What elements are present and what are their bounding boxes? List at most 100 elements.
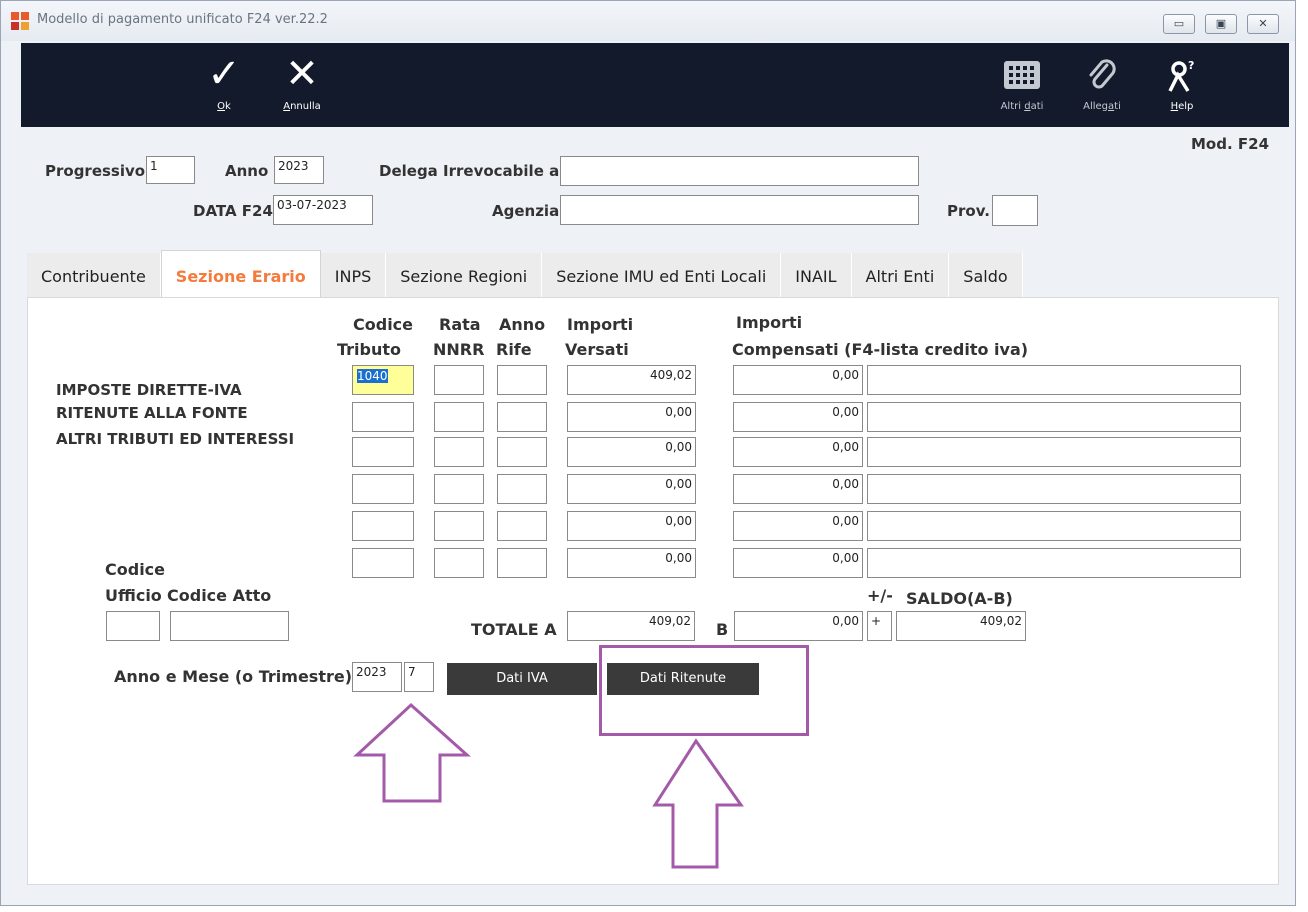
app-window: Modello di pagamento unificato F24 ver.2…: [0, 0, 1296, 906]
annotation-highlight-box: [599, 645, 809, 736]
selected-text: 1040: [357, 369, 388, 383]
importi-compensati-field[interactable]: 0,00: [733, 511, 863, 541]
col-importi-header: Importi: [567, 315, 634, 334]
importi-versati-field[interactable]: 0,00: [567, 548, 696, 578]
col-codice-header: Codice: [353, 315, 414, 334]
codice-tributo-field[interactable]: [352, 402, 414, 432]
importi-compensati-field[interactable]: 0,00: [733, 402, 863, 432]
altri-dati-label: Altri dati: [1000, 101, 1044, 112]
importi-compensati-field[interactable]: 0,00: [733, 548, 863, 578]
col-importi-comp-header: Importi: [736, 313, 803, 332]
close-icon[interactable]: ✕: [1247, 14, 1279, 34]
cancel-button[interactable]: ✕ Annulla: [267, 51, 337, 121]
ufficio-label: Ufficio: [105, 586, 162, 605]
prov-field[interactable]: [992, 195, 1038, 226]
codice-atto-field[interactable]: [170, 611, 289, 641]
data-f24-field[interactable]: 03-07-2023: [273, 195, 373, 225]
tab-sezione-imu[interactable]: Sezione IMU ed Enti Locali: [542, 253, 782, 297]
importi-compensati-field[interactable]: 0,00: [733, 474, 863, 504]
importi-versati-field[interactable]: 0,00: [567, 511, 696, 541]
delega-field[interactable]: [560, 156, 919, 186]
codice-tributo-field[interactable]: 1040: [352, 365, 414, 395]
tab-contribuente[interactable]: Contribuente: [27, 253, 161, 297]
tab-altri-enti[interactable]: Altri Enti: [851, 253, 950, 297]
prov-label: Prov.: [947, 202, 990, 220]
progressivo-field[interactable]: 1: [146, 156, 195, 184]
col-rata-header: Rata: [439, 315, 481, 334]
plus-minus-label: +/-: [867, 586, 893, 605]
anno-mese-mese-field[interactable]: 7: [404, 662, 434, 692]
anno-rife-field[interactable]: [497, 474, 547, 504]
plus-minus-field[interactable]: +: [867, 611, 892, 641]
maximize-icon[interactable]: ▣: [1205, 14, 1237, 34]
totale-a-label: TOTALE A: [471, 620, 557, 639]
codice-tributo-field[interactable]: [352, 474, 414, 504]
allegati-button[interactable]: Allegati: [1067, 51, 1137, 121]
anno-mese-anno-field[interactable]: 2023: [352, 662, 402, 692]
data-f24-label: DATA F24: [193, 202, 273, 220]
annotation-up-arrow-right-icon: [652, 738, 744, 869]
rata-field[interactable]: [434, 365, 484, 395]
rata-field[interactable]: [434, 402, 484, 432]
tab-sezione-erario[interactable]: Sezione Erario: [160, 250, 321, 297]
totale-b-field: 0,00: [734, 611, 863, 641]
anno-rife-field[interactable]: [497, 511, 547, 541]
importi-compensati-field[interactable]: 0,00: [733, 437, 863, 467]
codice-label: Codice: [105, 560, 166, 579]
agenzia-field[interactable]: [560, 195, 919, 225]
section-imposte-label: IMPOSTE DIRETTE-IVA: [56, 381, 242, 399]
col-compensati-header: Compensati (F4-lista credito iva): [732, 340, 1029, 359]
delega-label: Delega Irrevocabile a: [379, 162, 560, 180]
credito-iva-note-field[interactable]: [867, 402, 1241, 432]
tab-sezione-regioni[interactable]: Sezione Regioni: [386, 253, 543, 297]
importi-versati-field[interactable]: 0,00: [567, 402, 696, 432]
rata-field[interactable]: [434, 437, 484, 467]
codice-tributo-field[interactable]: [352, 511, 414, 541]
ok-button[interactable]: ✓ Ok: [189, 51, 259, 121]
allegati-label: Allegati: [1083, 101, 1121, 112]
tab-saldo[interactable]: Saldo: [949, 253, 1023, 297]
credito-iva-note-field[interactable]: [867, 365, 1241, 395]
minimize-icon[interactable]: ▭: [1163, 14, 1195, 34]
dati-iva-button[interactable]: Dati IVA: [447, 663, 597, 695]
progressivo-label: Progressivo: [45, 162, 146, 180]
agenzia-label: Agenzia: [492, 202, 560, 220]
importi-versati-field[interactable]: 0,00: [567, 474, 696, 504]
credito-iva-note-field[interactable]: [867, 548, 1241, 578]
cancel-label: Annulla: [283, 101, 321, 112]
anno-mese-label: Anno e Mese (o Trimestre): [114, 667, 353, 686]
importi-versati-field[interactable]: 0,00: [567, 437, 696, 467]
codice-ufficio-field[interactable]: [106, 611, 160, 641]
help-person-icon: ?: [1147, 51, 1217, 97]
grid-keypad-icon: [987, 51, 1057, 97]
rata-field[interactable]: [434, 548, 484, 578]
importi-compensati-field[interactable]: 0,00: [733, 365, 863, 395]
codice-tributo-field[interactable]: [352, 437, 414, 467]
title-bar: Modello di pagamento unificato F24 ver.2…: [1, 1, 1295, 41]
ok-label: Ok: [217, 101, 231, 112]
annotation-up-arrow-left-icon: [353, 702, 471, 803]
credito-iva-note-field[interactable]: [867, 437, 1241, 467]
altri-dati-button[interactable]: Altri dati: [987, 51, 1057, 121]
anno-rife-field[interactable]: [497, 437, 547, 467]
anno-label: Anno: [225, 162, 269, 180]
help-label: Help: [1170, 101, 1194, 112]
help-button[interactable]: ? Help: [1147, 51, 1217, 121]
tab-inail[interactable]: INAIL: [781, 253, 852, 297]
col-tributo-header: Tributo: [337, 340, 402, 359]
section-altri-tributi-label: ALTRI TRIBUTI ED INTERESSI: [56, 430, 295, 448]
anno-field[interactable]: 2023: [274, 156, 324, 184]
anno-rife-field[interactable]: [497, 402, 547, 432]
credito-iva-note-field[interactable]: [867, 474, 1241, 504]
rata-field[interactable]: [434, 511, 484, 541]
codice-tributo-field[interactable]: [352, 548, 414, 578]
anno-rife-field[interactable]: [497, 548, 547, 578]
importi-versati-field[interactable]: 409,02: [567, 365, 696, 395]
rata-field[interactable]: [434, 474, 484, 504]
col-anno-header: Anno: [499, 315, 546, 334]
anno-rife-field[interactable]: [497, 365, 547, 395]
credito-iva-note-field[interactable]: [867, 511, 1241, 541]
saldo-field: 409,02: [896, 611, 1026, 641]
tab-inps[interactable]: INPS: [320, 253, 387, 297]
col-rife-header: Rife: [496, 340, 532, 359]
